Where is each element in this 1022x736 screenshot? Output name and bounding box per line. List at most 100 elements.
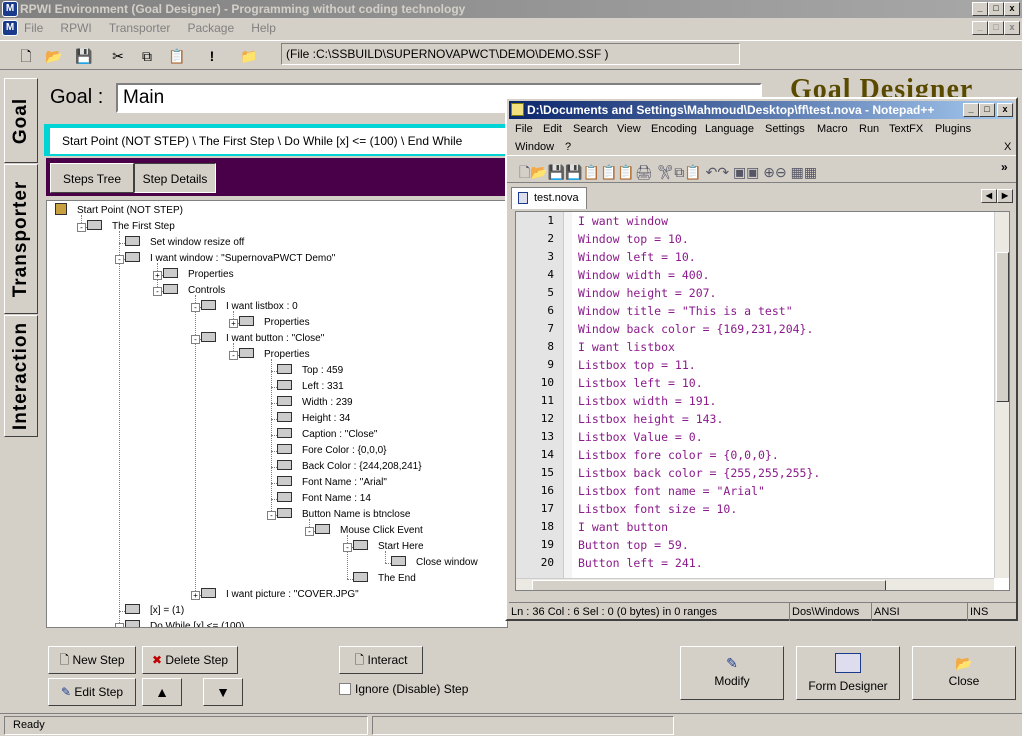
tree-node[interactable]: The First Step bbox=[87, 219, 175, 235]
run-icon[interactable]: ! bbox=[200, 44, 224, 68]
vertical-scrollbar[interactable] bbox=[994, 212, 1009, 578]
np-menu-settings[interactable]: Settings bbox=[765, 123, 805, 135]
np-menu-q[interactable]: ? bbox=[565, 141, 571, 153]
tree-node[interactable]: Properties bbox=[239, 347, 310, 363]
tab-scroll-right-button[interactable]: ▶ bbox=[997, 189, 1013, 203]
tree-node[interactable]: Fore Color : {0,0,0} bbox=[277, 443, 387, 459]
tree-node[interactable]: I want picture : "COVER.JPG" bbox=[201, 587, 359, 603]
np-toolbar-more-icon[interactable]: » bbox=[1001, 160, 1008, 174]
tree-node[interactable]: Font Name : 14 bbox=[277, 491, 371, 507]
np-tab[interactable]: test.nova bbox=[511, 187, 587, 209]
code-editor[interactable]: 1 I want window 2 Window top = 10. 3 Window l… bbox=[515, 211, 1010, 591]
np-menu-file[interactable]: File bbox=[515, 123, 533, 135]
np-menu-edit[interactable]: Edit bbox=[543, 123, 562, 135]
tree-node[interactable]: I want button : "Close" bbox=[201, 331, 324, 347]
np-maximize-button[interactable]: □ bbox=[979, 103, 995, 117]
tree-node[interactable]: Close window bbox=[391, 555, 478, 571]
new-step-button[interactable]: 🗋 New Step bbox=[48, 646, 136, 674]
mdi-minimize-button[interactable]: _ bbox=[972, 21, 988, 35]
save-icon[interactable]: 💾 bbox=[72, 44, 96, 68]
mdi-restore-button[interactable]: □ bbox=[988, 21, 1004, 35]
menu-rpwi[interactable]: RPWI bbox=[60, 21, 91, 35]
collapse-toggle[interactable]: - bbox=[115, 623, 124, 627]
collapse-toggle[interactable]: - bbox=[305, 527, 314, 536]
tree-node[interactable]: Top : 459 bbox=[277, 363, 343, 379]
open-icon[interactable]: 📁 bbox=[237, 44, 261, 68]
tree-node[interactable]: Mouse Click Event bbox=[315, 523, 423, 539]
tree-node[interactable]: I want listbox : 0 bbox=[201, 299, 298, 315]
tab-transporter[interactable]: Transporter bbox=[4, 164, 38, 314]
delete-step-button[interactable]: ✖ Delete Step bbox=[142, 646, 238, 674]
tree-node[interactable]: I want window : "SupernovaPWCT Demo" bbox=[125, 251, 335, 267]
menu-file[interactable]: File bbox=[24, 21, 43, 35]
tree-node[interactable]: Properties bbox=[239, 315, 310, 331]
collapse-toggle[interactable]: - bbox=[343, 543, 352, 552]
np-menu-encoding[interactable]: Encoding bbox=[651, 123, 697, 135]
collapse-toggle[interactable]: - bbox=[77, 223, 86, 232]
menu-help[interactable]: Help bbox=[251, 21, 276, 35]
tab-goal[interactable]: Goal bbox=[4, 78, 38, 163]
modify-button[interactable]: ✎ Modify bbox=[680, 646, 784, 700]
np-menu-window[interactable]: Window bbox=[515, 141, 554, 153]
tree-node[interactable]: Do While [x] <= (100) bbox=[125, 619, 244, 627]
np-menu-textfx[interactable]: TextFX bbox=[889, 123, 923, 135]
close-button[interactable]: 📂 Close bbox=[912, 646, 1016, 700]
np-menu-search[interactable]: Search bbox=[573, 123, 608, 135]
move-up-button[interactable]: ▲ bbox=[142, 678, 182, 706]
tab-steps-tree[interactable]: Steps Tree bbox=[50, 163, 134, 193]
tree-node[interactable]: Back Color : {244,208,241} bbox=[277, 459, 422, 475]
tree-root[interactable]: Start Point (NOT STEP) bbox=[55, 203, 183, 219]
scroll-thumb[interactable] bbox=[996, 252, 1009, 402]
collapse-toggle[interactable]: - bbox=[153, 287, 162, 296]
tree-node[interactable]: Height : 34 bbox=[277, 411, 350, 427]
expand-toggle[interactable]: + bbox=[191, 591, 200, 600]
collapse-toggle[interactable]: - bbox=[229, 351, 238, 360]
np-menu-language[interactable]: Language bbox=[705, 123, 754, 135]
ignore-checkbox[interactable] bbox=[339, 683, 351, 695]
tab-scroll-left-button[interactable]: ◀ bbox=[981, 189, 997, 203]
menu-package[interactable]: Package bbox=[187, 21, 234, 35]
np-menu-view[interactable]: View bbox=[617, 123, 641, 135]
new-file-icon[interactable]: 🗋 bbox=[14, 44, 38, 68]
interact-button[interactable]: 🗋 Interact bbox=[339, 646, 423, 674]
paste-icon[interactable]: 📋 bbox=[165, 44, 189, 68]
tree-node[interactable]: Properties bbox=[163, 267, 234, 283]
copy-icon[interactable]: ⧉ bbox=[135, 44, 159, 68]
tree-node[interactable]: Left : 331 bbox=[277, 379, 344, 395]
edit-step-button[interactable]: ✎ Edit Step bbox=[48, 678, 136, 706]
minimize-button[interactable]: _ bbox=[972, 2, 988, 16]
tree-node[interactable]: Start Here bbox=[353, 539, 424, 555]
maximize-button[interactable]: □ bbox=[988, 2, 1004, 16]
move-down-button[interactable]: ▼ bbox=[203, 678, 243, 706]
np-doc-close-button[interactable]: X bbox=[1004, 141, 1011, 153]
expand-toggle[interactable]: + bbox=[229, 319, 238, 328]
tree-node[interactable]: Font Name : "Arial" bbox=[277, 475, 387, 491]
collapse-toggle[interactable]: - bbox=[191, 335, 200, 344]
menu-transporter[interactable]: Transporter bbox=[109, 21, 171, 35]
tree-node[interactable]: The End bbox=[353, 571, 416, 587]
tree-node[interactable]: Caption : "Close" bbox=[277, 427, 377, 443]
tree-node[interactable]: Controls bbox=[163, 283, 225, 299]
np-close-button[interactable]: x bbox=[997, 103, 1013, 117]
open-folder-icon[interactable]: 📂 bbox=[42, 44, 66, 68]
cut-icon[interactable]: ✂ bbox=[106, 44, 130, 68]
h-scroll-thumb[interactable] bbox=[532, 580, 886, 590]
tree-node[interactable]: Width : 239 bbox=[277, 395, 353, 411]
mdi-close-button[interactable]: x bbox=[1004, 21, 1020, 35]
collapse-toggle[interactable]: - bbox=[115, 255, 124, 264]
tab-step-details[interactable]: Step Details bbox=[134, 163, 216, 193]
np-minimize-button[interactable]: _ bbox=[963, 103, 979, 117]
tree-node[interactable]: Button Name is btnclose bbox=[277, 507, 410, 523]
tree-node[interactable]: [x] = (1) bbox=[125, 603, 184, 619]
tree-node[interactable]: Set window resize off bbox=[125, 235, 244, 251]
expand-toggle[interactable]: + bbox=[153, 271, 162, 280]
np-menu-plugins[interactable]: Plugins bbox=[935, 123, 971, 135]
close-window-button[interactable]: x bbox=[1004, 2, 1020, 16]
collapse-toggle[interactable]: - bbox=[267, 511, 276, 520]
form-designer-button[interactable]: Form Designer bbox=[796, 646, 900, 700]
np-menu-macro[interactable]: Macro bbox=[817, 123, 848, 135]
np-menu-run[interactable]: Run bbox=[859, 123, 879, 135]
collapse-toggle[interactable]: - bbox=[191, 303, 200, 312]
horizontal-scrollbar[interactable] bbox=[516, 578, 994, 590]
tab-interaction[interactable]: Interaction bbox=[4, 315, 38, 437]
